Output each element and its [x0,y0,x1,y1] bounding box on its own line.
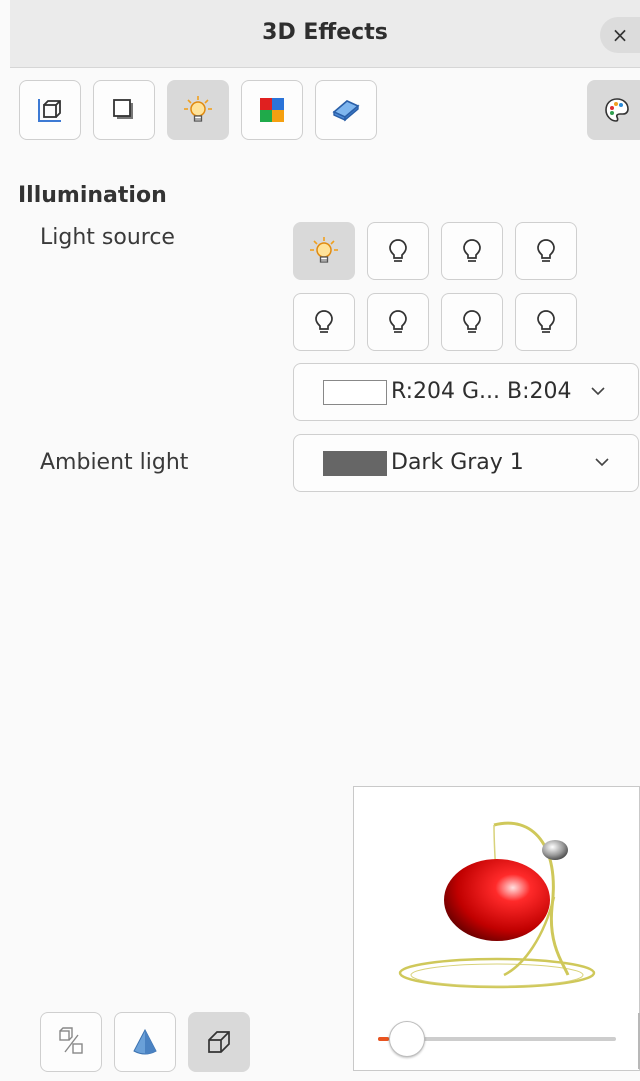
ambient-light-color-swatch [323,451,387,476]
favorites-button[interactable] [587,80,640,140]
light-bulb-off-icon [463,310,481,333]
ambient-light-color-dropdown[interactable]: Dark Gray 1 [293,434,639,492]
dialog-title: 3D Effects [262,20,388,45]
ambient-light-label: Ambient light [40,450,189,475]
light-source-2-button[interactable] [367,222,429,280]
light-source-color-dropdown[interactable]: R:204 G... B:204 [293,363,639,421]
convert-to-3d-button[interactable] [40,1012,102,1072]
shading-button[interactable] [93,80,155,140]
perspective-toggle-button[interactable] [188,1012,250,1072]
light-knob [542,840,568,860]
lathe-object-icon [133,1028,157,1055]
perspective-icon [208,1031,230,1053]
textures-icon [260,98,284,122]
light-source-color-value: R:204 G... B:204 [391,379,572,404]
illumination-icon [184,96,212,122]
light-source-1-button[interactable] [293,222,355,280]
light-source-6-button[interactable] [367,293,429,351]
light-source-8-button[interactable] [515,293,577,351]
preview-rotation-slider-thumb[interactable] [388,1021,425,1057]
convert-to-3d-icon [59,1027,83,1054]
light-source-3-button[interactable] [441,222,503,280]
light-bulb-off-icon [389,239,407,262]
shading-icon [113,99,133,119]
section-title-illumination: Illumination [18,183,167,208]
light-bulb-off-icon [537,310,555,333]
orbit-ring [398,957,596,989]
light-source-7-button[interactable] [441,293,503,351]
light-bulb-on-icon [310,237,338,263]
light-bulb-off-icon [463,239,481,262]
light-bulb-off-icon [537,239,555,262]
light-bulb-off-icon [389,310,407,333]
light-bulb-off-icon [315,310,333,333]
chevron-down-icon [595,458,609,467]
textures-button[interactable] [241,80,303,140]
preview-rotation-slider-fill [378,1037,389,1041]
chevron-down-icon [591,387,605,396]
palette-icon [605,98,629,122]
title-bar: 3D Effects × [10,0,640,68]
light-source-color-swatch [323,380,387,405]
material-icon [332,100,360,122]
light-source-4-button[interactable] [515,222,577,280]
material-button[interactable] [315,80,377,140]
close-icon: × [611,23,629,47]
illumination-button[interactable] [167,80,229,140]
geometry-icon [38,99,61,122]
close-button[interactable]: × [600,17,640,53]
light-source-5-button[interactable] [293,293,355,351]
red-sphere [444,859,550,941]
convert-to-lathe-button[interactable] [114,1012,176,1072]
light-source-label: Light source [40,225,175,250]
geometry-button[interactable] [19,80,81,140]
ambient-light-color-value: Dark Gray 1 [391,450,524,475]
